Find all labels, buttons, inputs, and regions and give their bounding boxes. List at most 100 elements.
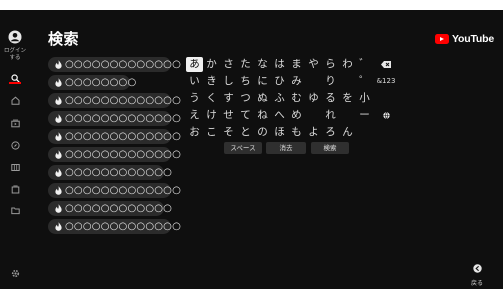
suggestion-chip[interactable]: ○○○○○○○○ (48, 75, 136, 90)
trending-flame-icon (55, 132, 62, 141)
key-mo[interactable]: も (288, 125, 305, 140)
suggestion-chip[interactable]: ○○○○○○○○○○○○○ (48, 111, 181, 126)
key-ta[interactable]: た (237, 57, 254, 72)
key-ki[interactable]: き (203, 74, 220, 89)
suggestion-chip[interactable]: ○○○○○○○○○○○○○ (48, 129, 181, 144)
home-icon (11, 96, 19, 105)
subscriptions-icon (10, 119, 20, 127)
key-tsu[interactable]: つ (237, 91, 254, 106)
trending-flame-icon (55, 114, 62, 123)
suggestion-chip[interactable]: ○○○○○○○○○○○○○ (48, 57, 181, 72)
key-ri[interactable]: り (322, 74, 339, 89)
key-se[interactable]: せ (220, 108, 237, 123)
sidebar-item-explore[interactable] (0, 139, 30, 151)
explore-icon (10, 140, 20, 150)
sidebar-item-grid[interactable] (0, 161, 30, 173)
key-a[interactable]: あ (186, 57, 203, 72)
back-label: 戻る (470, 280, 483, 287)
suggestion-chip[interactable]: ○○○○○○○○○○○○○ (48, 93, 181, 108)
suggestion-text: ○○○○○○○○○○○○ (65, 203, 173, 214)
key-to[interactable]: と (237, 125, 254, 140)
suggestion-text: ○○○○○○○○○○○○ (65, 167, 173, 178)
key-mu[interactable]: む (288, 91, 305, 106)
key-hi[interactable]: ひ (271, 74, 288, 89)
suggestion-text: ○○○○○○○○○○○○○ (65, 185, 182, 196)
key-no[interactable]: の (254, 125, 271, 140)
key-he[interactable]: へ (271, 108, 288, 123)
key-ku[interactable]: く (203, 91, 220, 106)
suggestion-chip[interactable]: ○○○○○○○○○○○○○ (48, 147, 181, 162)
key-u[interactable]: う (186, 91, 203, 106)
key-na[interactable]: な (254, 57, 271, 72)
back-button[interactable]: 戻る (467, 258, 487, 287)
key-chi[interactable]: ち (237, 74, 254, 89)
suggestion-text: ○○○○○○○○○○○○○ (65, 113, 182, 124)
key-ra[interactable]: ら (322, 57, 339, 72)
key-nu[interactable]: ぬ (254, 91, 271, 106)
key-re[interactable]: れ (322, 108, 339, 123)
key-me[interactable]: め (288, 108, 305, 123)
key-i[interactable]: い (186, 74, 203, 89)
suggestion-chip[interactable]: ○○○○○○○○○○○○○ (48, 183, 181, 198)
active-indicator (9, 82, 21, 84)
key-dakuten[interactable]: ゛ (356, 57, 373, 72)
key-ka[interactable]: か (203, 57, 220, 72)
suggestion-text: ○○○○○○○○○○○○○ (65, 131, 182, 142)
symbols-key[interactable]: &123 (373, 74, 399, 89)
trending-flame-icon (55, 222, 62, 231)
suggestion-chip[interactable]: ○○○○○○○○○○○○○ (48, 219, 181, 234)
key-ne[interactable]: ね (254, 108, 271, 123)
language-key[interactable] (376, 108, 396, 123)
trending-flame-icon (55, 78, 62, 87)
key-su[interactable]: す (220, 91, 237, 106)
key-ke[interactable]: け (203, 108, 220, 123)
key-sa[interactable]: さ (220, 57, 237, 72)
backspace-key[interactable] (376, 57, 396, 72)
youtube-play-icon (435, 34, 449, 44)
folder-icon (10, 207, 20, 214)
key-yo[interactable]: よ (305, 125, 322, 140)
key-n[interactable]: ん (339, 125, 356, 140)
key-te[interactable]: て (237, 108, 254, 123)
trending-flame-icon (55, 60, 62, 69)
key-ha[interactable]: は (271, 57, 288, 72)
account-button[interactable] (0, 28, 30, 46)
key-wo[interactable]: を (339, 91, 356, 106)
key-mi[interactable]: み (288, 74, 305, 89)
space-button[interactable]: スペース (224, 142, 262, 154)
sidebar-item-library[interactable] (0, 183, 30, 195)
suggestion-chip[interactable]: ○○○○○○○○○○○○ (48, 165, 172, 180)
key-ru[interactable]: る (322, 91, 339, 106)
clear-button[interactable]: 消去 (266, 142, 306, 154)
settings-button[interactable] (0, 267, 30, 279)
trending-flame-icon (55, 96, 62, 105)
trending-flame-icon (55, 204, 62, 213)
key-small[interactable]: 小 (356, 91, 373, 106)
trending-flame-icon (55, 150, 62, 159)
search-button[interactable]: 検索 (311, 142, 349, 154)
account-icon (8, 30, 22, 44)
sidebar-item-folder[interactable] (0, 204, 30, 216)
suggestion-chip[interactable]: ○○○○○○○○○○○○ (48, 201, 172, 216)
key-yu[interactable]: ゆ (305, 91, 322, 106)
trending-flame-icon (55, 168, 62, 177)
key-ho[interactable]: ほ (271, 125, 288, 140)
backspace-icon (381, 61, 391, 68)
sidebar-item-home[interactable] (0, 94, 30, 106)
back-icon (472, 264, 482, 273)
key-o[interactable]: お (186, 125, 203, 140)
key-handakuten[interactable]: ゜ (356, 74, 373, 89)
key-ni[interactable]: に (254, 74, 271, 89)
key-so[interactable]: そ (220, 125, 237, 140)
key-ko[interactable]: こ (203, 125, 220, 140)
key-ma[interactable]: ま (288, 57, 305, 72)
key-ya[interactable]: や (305, 57, 322, 72)
key-wa[interactable]: わ (339, 57, 356, 72)
key-fu[interactable]: ふ (271, 91, 288, 106)
key-shi[interactable]: し (220, 74, 237, 89)
sidebar-item-subscriptions[interactable] (0, 117, 30, 129)
key-long-vowel[interactable]: ー (356, 108, 373, 123)
youtube-tv-search-screen: ログイン する 検索 YouTube ○○○○○○○○○○○○○ ○○○○○○○… (0, 10, 503, 289)
key-ro[interactable]: ろ (322, 125, 339, 140)
key-e[interactable]: え (186, 108, 203, 123)
